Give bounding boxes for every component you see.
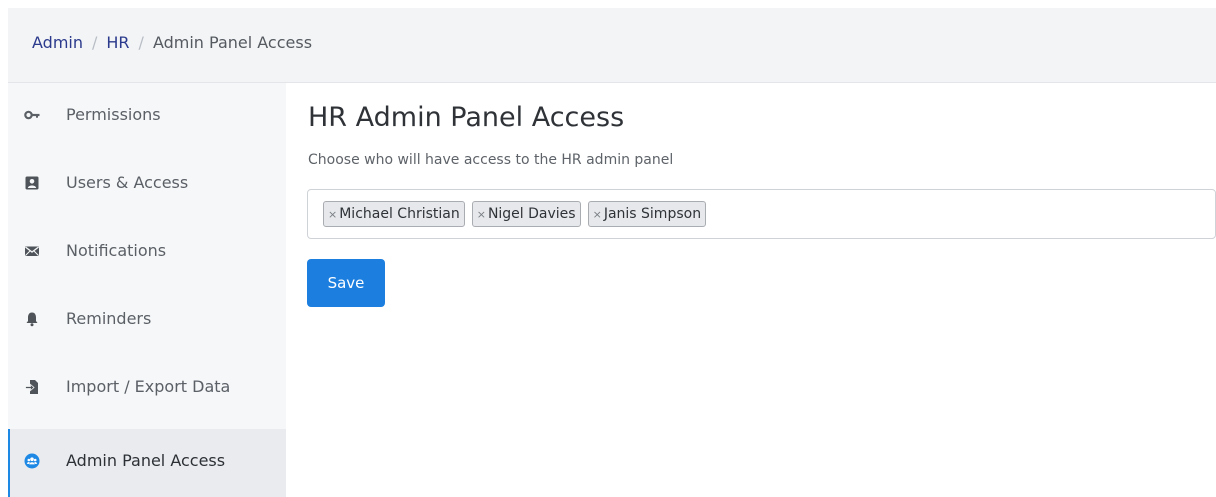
sidebar-item-label: Import / Export Data: [66, 377, 231, 396]
page-title: HR Admin Panel Access: [308, 102, 625, 133]
sidebar-item-label: Notifications: [66, 241, 167, 260]
tag-nigel-davies: × Nigel Davies: [471, 201, 581, 227]
bell-icon: [24, 311, 40, 327]
breadcrumb-separator: /: [92, 33, 98, 52]
selected-tags: × Michael Christian × Nigel Davies × Janis Si…: [323, 201, 713, 227]
remove-tag-button[interactable]: ×: [477, 208, 486, 221]
tag-janis-simpson: × Janis Simpson: [587, 201, 707, 227]
sidebar-item-label: Reminders: [66, 309, 152, 328]
page-description: Choose who will have access to the HR ad…: [308, 152, 674, 168]
breadcrumb-link-hr[interactable]: HR: [106, 33, 129, 52]
sidebar-item-label: Permissions: [66, 105, 161, 124]
breadcrumb-link-admin[interactable]: Admin: [32, 33, 83, 52]
tag-label: Janis Simpson: [603, 206, 702, 222]
sidebar-item-import-export[interactable]: Import / Export Data: [8, 355, 286, 423]
breadcrumb-current: Admin Panel Access: [152, 33, 313, 52]
key-icon: [24, 107, 40, 123]
sidebar-item-admin-panel-access[interactable]: Admin Panel Access: [8, 429, 286, 497]
sidebar-item-label: Admin Panel Access: [66, 451, 226, 470]
sidebar: Permissions Users & Access Notifications…: [8, 83, 286, 497]
sidebar-item-notifications[interactable]: Notifications: [8, 219, 286, 287]
sidebar-item-reminders[interactable]: Reminders: [8, 287, 286, 355]
save-button[interactable]: Save: [307, 259, 385, 307]
user-card-icon: [24, 175, 40, 191]
breadcrumb: Admin / HR / Admin Panel Access: [32, 33, 312, 53]
sidebar-item-users-access[interactable]: Users & Access: [8, 151, 286, 219]
remove-tag-button[interactable]: ×: [593, 208, 602, 221]
tag-label: Nigel Davies: [487, 206, 576, 222]
top-bar: Admin / HR / Admin Panel Access: [8, 8, 1216, 83]
envelope-icon: [24, 243, 40, 259]
sidebar-item-label: Users & Access: [66, 173, 189, 192]
file-import-icon: [24, 379, 40, 395]
tag-michael-christian: × Michael Christian: [323, 201, 465, 227]
users-circle-icon: [24, 453, 40, 469]
remove-tag-button[interactable]: ×: [328, 208, 337, 221]
breadcrumb-separator: /: [138, 33, 144, 52]
sidebar-item-permissions[interactable]: Permissions: [8, 83, 286, 151]
user-multiselect-input[interactable]: × Michael Christian × Nigel Davies × Janis Si…: [307, 189, 1216, 239]
tag-label: Michael Christian: [339, 206, 460, 222]
